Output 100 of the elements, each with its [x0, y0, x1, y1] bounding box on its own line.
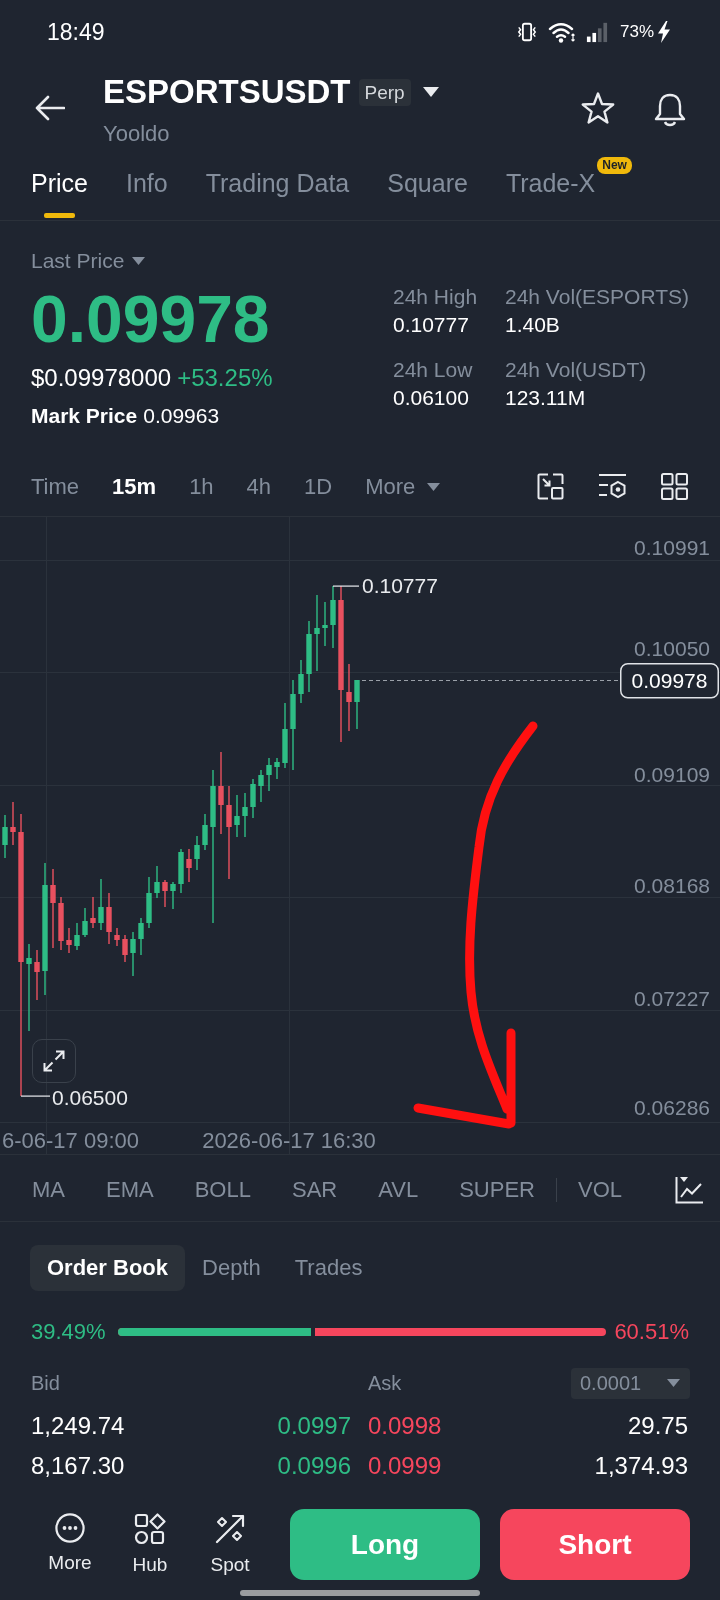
stat-label: 24h Low	[393, 358, 473, 382]
nav-button[interactable]: More	[40, 1509, 100, 1580]
back-arrow-icon[interactable]	[35, 95, 65, 121]
rising-candle	[330, 586, 336, 648]
indicator-tab[interactable]: VOL	[577, 1177, 622, 1203]
falling-candle	[58, 897, 64, 950]
time-axis-label: 6-06-17 09:00	[2, 1128, 139, 1153]
contract-type-badge: Perp	[358, 78, 411, 106]
view-tab[interactable]: Order Book	[30, 1245, 186, 1291]
arrow-diamonds-icon	[214, 1513, 246, 1545]
rising-candle	[154, 866, 160, 898]
tab[interactable]: Price	[31, 146, 88, 220]
tab[interactable]: Trading Data	[205, 146, 350, 220]
battery-level: 73%	[619, 22, 654, 42]
indicator-tab[interactable]: BOLL	[194, 1177, 251, 1203]
precision-dropdown[interactable]: 0.0001	[571, 1367, 690, 1399]
stat-label: 24h High	[393, 285, 478, 309]
line-chart-icon[interactable]	[675, 1176, 703, 1204]
tab[interactable]: Info	[125, 146, 168, 220]
wifi-icon	[547, 21, 576, 43]
price-axis-label: 0.10991	[634, 536, 710, 559]
stat-value: 0.10777	[393, 312, 469, 338]
caret-icon[interactable]	[422, 87, 439, 97]
interval-tab[interactable]: 1D	[304, 473, 333, 500]
interval-tab[interactable]: Time	[31, 473, 80, 500]
rising-candle	[354, 680, 360, 729]
caret-icon	[427, 482, 441, 491]
stat-label: 24h Vol(ESPORTS)	[505, 285, 690, 309]
leader-line	[21, 1095, 50, 1097]
rising-candle	[82, 908, 88, 937]
long-button[interactable]: Long	[290, 1509, 480, 1580]
high-price-label: 0.10777	[362, 574, 438, 597]
usd-price: $0.09978000	[31, 364, 172, 392]
ask-ratio: 60.51%	[614, 1319, 689, 1345]
ask-quantity: 1,374.93	[594, 1452, 688, 1480]
price-axis-label: 0.07227	[634, 987, 710, 1010]
status-time: 18:49	[47, 18, 105, 46]
ask-price: 0.0998	[368, 1412, 442, 1440]
indicator-tab[interactable]: AVL	[378, 1177, 419, 1203]
symbol-title: ESPORTSUSDT	[103, 74, 351, 110]
charging-icon	[658, 21, 670, 43]
price-axis-label: 0.08168	[634, 874, 710, 897]
grid-icon[interactable]	[661, 473, 688, 500]
bell-icon[interactable]	[652, 92, 688, 128]
stat-value: 0.06100	[393, 385, 469, 411]
ask-quantity: 29.75	[627, 1412, 688, 1440]
price-axis-label: 0.06286	[634, 1096, 710, 1119]
tab[interactable]: Square	[387, 146, 468, 220]
rising-candle	[170, 882, 176, 909]
indicator-tab[interactable]: MA	[32, 1177, 65, 1203]
ask-price: 0.0999	[368, 1452, 442, 1480]
window-arrow-icon[interactable]	[537, 473, 564, 500]
last-price-selector[interactable]: Last Price	[31, 250, 146, 272]
price-axis-label: 0.10050	[634, 637, 710, 660]
low-price-label: 0.06500	[52, 1086, 128, 1109]
bid-quantity: 8,167.30	[31, 1452, 125, 1480]
star-icon[interactable]	[580, 92, 616, 125]
bid-ratio: 39.49%	[31, 1319, 106, 1345]
price-axis-label: 0.09109	[634, 763, 710, 786]
falling-candle	[162, 880, 168, 907]
list-hexagon-icon[interactable]	[598, 473, 627, 500]
bid-price: 0.0996	[277, 1452, 351, 1480]
bid-header: Bid	[31, 1371, 60, 1395]
interval-tab[interactable]: 4h	[246, 473, 272, 500]
last-price: 0.09978	[31, 284, 270, 354]
tab[interactable]: Trade-X	[505, 146, 596, 220]
new-badge: New	[597, 157, 632, 174]
token-name: Yooldo	[103, 122, 171, 146]
indicator-tab[interactable]: SUPER	[459, 1177, 535, 1203]
view-tab[interactable]: Depth	[185, 1245, 278, 1291]
time-axis-label: 2026-06-17 16:30	[202, 1128, 376, 1153]
expand-icon	[43, 1050, 65, 1072]
vibrate-icon	[515, 21, 538, 43]
bid-price: 0.0997	[277, 1412, 351, 1440]
more-icon	[55, 1513, 85, 1543]
stat-value: 123.11M	[505, 385, 586, 411]
stat-label: 24h Vol(USDT)	[505, 358, 647, 382]
signal-icon	[585, 21, 608, 43]
indicator-tab[interactable]: EMA	[106, 1177, 154, 1203]
price-change: +53.25%	[177, 364, 273, 392]
nav-button[interactable]: Hub	[120, 1509, 180, 1580]
mark-price-value: 0.09963	[143, 403, 220, 429]
rising-candle	[178, 849, 184, 893]
caret-icon	[132, 257, 146, 265]
ask-header: Ask	[368, 1371, 402, 1395]
leader-line	[333, 585, 359, 587]
last-price-tag: 0.09978	[620, 663, 719, 699]
nav-button[interactable]: Spot	[200, 1509, 260, 1580]
interval-tab[interactable]: More	[365, 473, 441, 500]
interval-tab[interactable]: 1h	[189, 473, 214, 500]
interval-tab[interactable]: 15m	[112, 473, 157, 500]
expand-button[interactable]	[32, 1039, 76, 1083]
stat-value: 1.40B	[505, 312, 560, 338]
falling-candle	[90, 897, 96, 928]
indicator-tab[interactable]: SAR	[291, 1177, 338, 1203]
view-tab[interactable]: Trades	[277, 1245, 380, 1291]
caret-icon	[667, 1379, 680, 1387]
bid-quantity: 1,249.74	[31, 1412, 125, 1440]
short-button[interactable]: Short	[500, 1509, 690, 1580]
mark-price-label: Mark Price	[31, 403, 138, 429]
